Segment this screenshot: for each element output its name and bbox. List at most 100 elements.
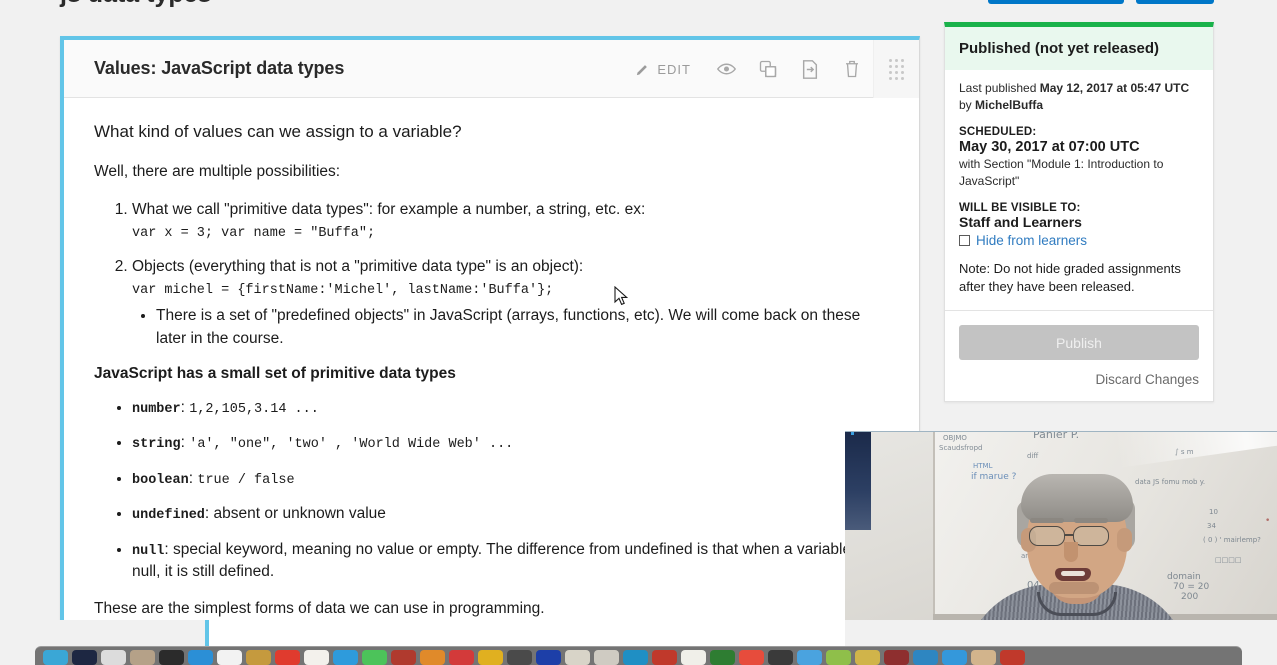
code-snippet: var x = 3; var name = "Buffa";: [132, 225, 376, 241]
dock-icon-21[interactable]: [652, 650, 677, 665]
edit-button[interactable]: EDIT: [621, 40, 705, 98]
hair: [1021, 474, 1133, 522]
list-item: number: 1,2,105,3.14 ...: [132, 397, 889, 420]
preview-button[interactable]: [705, 40, 747, 98]
dock-icon-9[interactable]: [304, 650, 329, 665]
dock-icon-20[interactable]: [623, 650, 648, 665]
whiteboard-glare: [1113, 432, 1277, 468]
dock-icon-18[interactable]: [565, 650, 590, 665]
dock-icon-1[interactable]: [72, 650, 97, 665]
dock-icon-0[interactable]: [43, 650, 68, 665]
hide-from-learners-row[interactable]: Hide from learners: [959, 233, 1199, 248]
dock-icon-30[interactable]: [913, 650, 938, 665]
content-question: What kind of values can we assign to a v…: [94, 122, 462, 141]
type-keyword: undefined: [132, 508, 205, 524]
hide-from-learners-label[interactable]: Hide from learners: [976, 233, 1087, 248]
page-bottom-strip: [205, 620, 845, 646]
dock-icon-23[interactable]: [710, 650, 735, 665]
dock-icon-19[interactable]: [594, 650, 619, 665]
pencil-icon: [635, 62, 650, 77]
page-header: js data types ▾: [0, 0, 1277, 22]
dock-icon-12[interactable]: [391, 650, 416, 665]
whiteboard-scribble: ( 0 ) ' mairlemp?: [1203, 536, 1261, 544]
dock-icon-6[interactable]: [217, 650, 242, 665]
wall-poster: [845, 432, 871, 530]
hide-from-learners-checkbox[interactable]: [959, 234, 970, 246]
dock-icon-16[interactable]: [507, 650, 532, 665]
unit-action-toolbar: EDIT: [621, 40, 919, 98]
unit-content: What kind of values can we assign to a v…: [64, 98, 919, 640]
numbered-list: What we call "primitive data types": for…: [94, 199, 889, 351]
header-secondary-button[interactable]: [1136, 0, 1214, 4]
delete-button[interactable]: [831, 40, 873, 98]
export-button[interactable]: [789, 40, 831, 98]
unit-title: Values: JavaScript data types: [94, 58, 345, 78]
list-item: What we call "primitive data types": for…: [132, 199, 889, 243]
eyebrow-right: [1074, 518, 1108, 523]
dock-icon-29[interactable]: [884, 650, 909, 665]
dock-icon-7[interactable]: [246, 650, 271, 665]
dock-icon-22[interactable]: [681, 650, 706, 665]
dock-icon-25[interactable]: [768, 650, 793, 665]
whiteboard-scribble: Panier P.: [1033, 431, 1080, 441]
dock-icon-17[interactable]: [536, 650, 561, 665]
list-item: undefined: absent or unknown value: [132, 503, 889, 526]
discard-changes-link[interactable]: Discard Changes: [959, 372, 1199, 387]
duplicate-button[interactable]: [747, 40, 789, 98]
visibility-value: Staff and Learners: [959, 213, 1082, 230]
dock-icon-27[interactable]: [826, 650, 851, 665]
file-export-icon: [802, 59, 818, 79]
dock-icon-28[interactable]: [855, 650, 880, 665]
dock-icon-33[interactable]: [1000, 650, 1025, 665]
content-subheading: JavaScript has a small set of primitive …: [94, 364, 456, 382]
whiteboard-scribble: □□□□: [1215, 556, 1242, 564]
visibility-note: Note: Do not hide graded assignments aft…: [959, 260, 1181, 294]
last-published-date: May 12, 2017 at 05:47 UTC: [1039, 81, 1190, 95]
instructor-webcam-video[interactable]: OBJMO Scaudsfropd Panier P. HTML if maru…: [845, 431, 1277, 646]
type-value-text: special keyword, meaning no value or emp…: [132, 540, 867, 581]
publish-button[interactable]: Publish: [959, 325, 1199, 361]
dock-icon-14[interactable]: [449, 650, 474, 665]
dock-icon-4[interactable]: [159, 650, 184, 665]
type-separator: :: [204, 505, 214, 523]
status-badge: Published (not yet released): [945, 27, 1213, 70]
whiteboard-scribble: ∫ s m: [1175, 448, 1194, 456]
eye-icon: [716, 62, 736, 76]
content-closing-1: These are the simplest forms of data we …: [94, 599, 545, 617]
screen-root: js data types ▾ Values: JavaScript data …: [0, 0, 1277, 665]
dock-icon-3[interactable]: [130, 650, 155, 665]
header-primary-button[interactable]: [988, 0, 1124, 4]
last-published-prefix: Last published: [959, 81, 1040, 95]
dock-icon-11[interactable]: [362, 650, 387, 665]
dock-icon-15[interactable]: [478, 650, 503, 665]
dock-icon-24[interactable]: [739, 650, 764, 665]
page-title: js data types: [60, 0, 211, 9]
edit-button-label: EDIT: [657, 61, 691, 77]
dock-icon-10[interactable]: [333, 650, 358, 665]
whiteboard-scribble: •: [1265, 516, 1271, 526]
list-item: string: 'a', "one", 'two' , 'World Wide …: [132, 432, 889, 455]
whiteboard-scribble: 34: [1207, 522, 1216, 530]
publish-zone: Publish Discard Changes: [945, 310, 1213, 401]
dock-icon-13[interactable]: [420, 650, 445, 665]
type-separator: :: [164, 540, 174, 558]
dock-icon-31[interactable]: [942, 650, 967, 665]
eyebrow-left: [1030, 518, 1064, 523]
type-keyword: null: [132, 543, 165, 559]
dock-icon-32[interactable]: [971, 650, 996, 665]
last-published-line: Last published May 12, 2017 at 05:47 UTC…: [959, 80, 1199, 114]
drag-handle-button[interactable]: [873, 40, 919, 98]
dock-icon-26[interactable]: [797, 650, 822, 665]
copy-icon: [759, 60, 777, 78]
type-value-code: 1,2,105,3.14 ...: [189, 401, 319, 417]
macos-dock[interactable]: [35, 646, 1242, 665]
scheduled-label: SCHEDULED:: [959, 125, 1037, 138]
ear-right: [1117, 528, 1132, 552]
type-keyword: boolean: [132, 472, 189, 488]
dock-icon-5[interactable]: [188, 650, 213, 665]
dock-icon-2[interactable]: [101, 650, 126, 665]
dock-icon-8[interactable]: [275, 650, 300, 665]
visibility-label: WILL BE VISIBLE TO:: [959, 201, 1081, 214]
whiteboard-scribble: HTML: [973, 462, 993, 470]
type-value-code: 'a', "one", 'two' , 'World Wide Web' ...: [189, 437, 514, 453]
